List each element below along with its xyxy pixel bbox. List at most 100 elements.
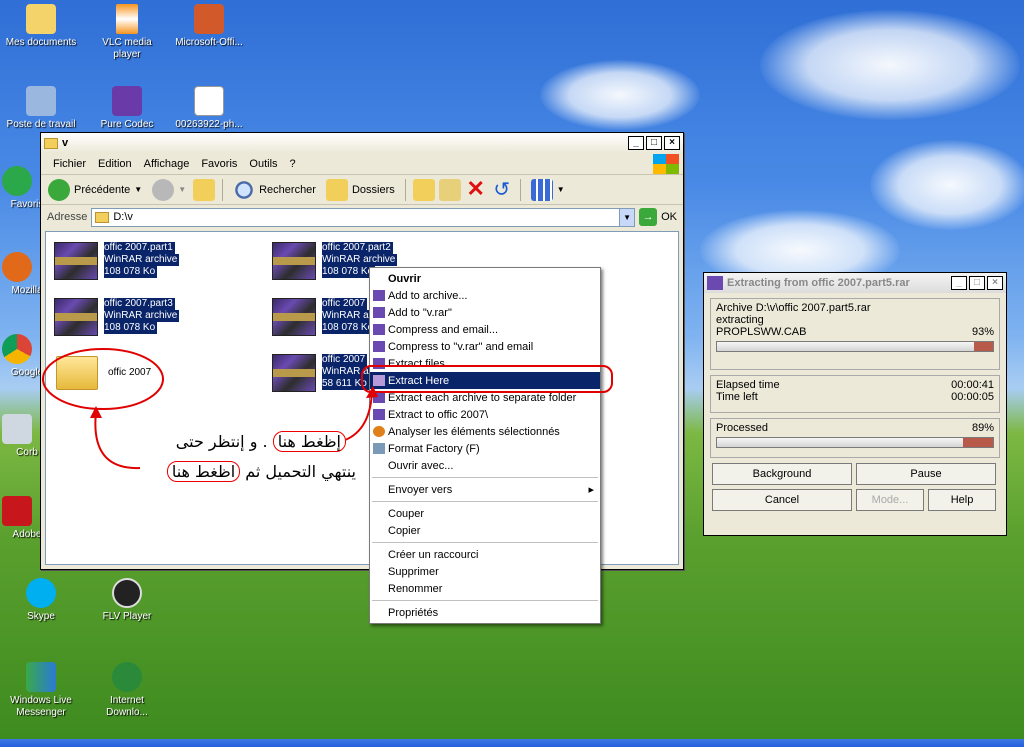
winrar-archive-icon	[54, 298, 98, 336]
annotation-pill: إظغط هنا	[272, 431, 346, 452]
desktop-icon-office[interactable]: Microsoft-Offi...	[172, 4, 246, 49]
taskbar[interactable]	[0, 739, 1024, 747]
annotation-pill: اظغط هنا	[166, 461, 241, 482]
menu-outils[interactable]: Outils	[243, 158, 283, 170]
list-item[interactable]: offic 2007 WinRAR a 108 078 Ko	[272, 298, 376, 336]
winrar-icon	[373, 409, 385, 420]
help-button[interactable]: Help	[928, 489, 996, 511]
menu-item-format-factory[interactable]: Format Factory (F)	[370, 440, 600, 457]
folders-button[interactable]: Dossiers	[323, 177, 398, 203]
move-to-icon[interactable]	[412, 178, 435, 201]
menu-item-open-with[interactable]: Ouvrir avec...	[370, 457, 600, 474]
winrar-icon	[373, 358, 385, 369]
file-label: offic 2007 WinRAR a 58 611 Ko	[322, 354, 371, 390]
menu-item-add-to-v-rar[interactable]: Add to "v.rar"	[370, 304, 600, 321]
menu-favoris[interactable]: Favoris	[195, 158, 243, 170]
address-input[interactable]: D:\v ▼	[91, 207, 636, 227]
toolbar-separator	[222, 178, 224, 201]
progress-titlebar[interactable]: Extracting from offic 2007.part5.rar _ □…	[704, 273, 1006, 293]
processed-group: Processed 89%	[710, 418, 1000, 458]
explorer-titlebar[interactable]: v _ □ ×	[41, 133, 683, 153]
cancel-button[interactable]: Cancel	[712, 489, 852, 511]
menu-item-add-to-archive[interactable]: Add to archive...	[370, 287, 600, 304]
delete-icon[interactable]: ✕	[465, 177, 487, 201]
processed-progress-fill	[717, 438, 963, 447]
annotation-note-line1: إظغط هنا . و إنتظر حتى	[136, 431, 346, 452]
menu-separator	[372, 542, 598, 543]
flv-player-icon	[112, 578, 142, 608]
file-label: offic 2007 WinRAR a 108 078 Ko	[322, 298, 376, 334]
menu-item-send-to[interactable]: Envoyer vers ▸	[370, 481, 600, 498]
file-progress-bar	[716, 341, 994, 352]
cloud	[760, 10, 1020, 120]
menu-item-delete[interactable]: Supprimer	[370, 563, 600, 580]
context-menu[interactable]: Ouvrir Add to archive... Add to "v.rar" …	[369, 267, 601, 624]
mode-button[interactable]: Mode...	[856, 489, 924, 511]
back-button[interactable]: Précédente ▼	[45, 177, 145, 203]
address-dropdown-button[interactable]: ▼	[619, 208, 635, 226]
views-button[interactable]: ▼	[528, 177, 568, 203]
file-progress-remaining	[973, 342, 993, 351]
menu-item-scan[interactable]: Analyser les éléments sélectionnés	[370, 423, 600, 440]
close-button[interactable]: ×	[987, 276, 1003, 290]
menu-edition[interactable]: Edition	[92, 158, 138, 170]
winrar-icon	[373, 392, 385, 403]
maximize-button[interactable]: □	[646, 136, 662, 150]
desktop-icon-skype[interactable]: Skype	[4, 578, 78, 623]
menu-item-cut[interactable]: Couper	[370, 505, 600, 522]
recycle-bin-icon	[2, 414, 32, 444]
menu-item-open[interactable]: Ouvrir	[370, 270, 600, 287]
menu-item-compress-to-v-rar-email[interactable]: Compress to "v.rar" and email	[370, 338, 600, 355]
pause-button[interactable]: Pause	[856, 463, 996, 485]
file-label: offic 2007.part3 WinRAR archive 108 078 …	[104, 298, 180, 334]
close-button[interactable]: ×	[664, 136, 680, 150]
folder-item[interactable]: offic 2007	[56, 356, 151, 390]
menu-affichage[interactable]: Affichage	[138, 158, 196, 170]
undo-icon[interactable]: ↺	[491, 179, 513, 201]
menu-item-extract-to-folder[interactable]: Extract to offic 2007\	[370, 406, 600, 423]
winrar-icon	[373, 290, 385, 301]
desktop-icon-my-computer[interactable]: Poste de travail	[4, 86, 78, 131]
list-item[interactable]: offic 2007.part1 WinRAR archive 108 078 …	[54, 242, 180, 280]
menu-item-extract-files[interactable]: Extract files...	[370, 355, 600, 372]
chevron-down-icon[interactable]: ▼	[557, 185, 565, 194]
file-progress-fill	[717, 342, 974, 351]
list-item[interactable]: offic 2007.part3 WinRAR archive 108 078 …	[54, 298, 180, 336]
desktop-icon-vlc[interactable]: VLC media player	[90, 4, 164, 61]
desktop-icon-image-file[interactable]: 00263922-ph...	[172, 86, 246, 131]
forward-button[interactable]: ▼	[149, 177, 189, 203]
desktop-icon-messenger[interactable]: Windows Live Messenger	[4, 662, 78, 719]
menu-item-extract-each[interactable]: Extract each archive to separate folder	[370, 389, 600, 406]
go-button[interactable]: → OK	[639, 208, 677, 226]
winrar-archive-icon	[54, 242, 98, 280]
minimize-button[interactable]: _	[628, 136, 644, 150]
maximize-button[interactable]: □	[969, 276, 985, 290]
chevron-down-icon[interactable]: ▼	[178, 185, 186, 194]
chevron-down-icon[interactable]: ▼	[134, 185, 142, 194]
my-computer-icon	[26, 86, 56, 116]
list-item[interactable]: offic 2007 WinRAR a 58 611 Ko	[272, 354, 371, 392]
desktop-icon-flv-player[interactable]: FLV Player	[90, 578, 164, 623]
my-documents-icon	[26, 4, 56, 34]
menu-item-extract-here[interactable]: Extract Here	[370, 372, 600, 389]
menu-fichier[interactable]: Fichier	[47, 158, 92, 170]
menu-bar: Fichier Edition Affichage Favoris Outils…	[41, 153, 683, 175]
search-button[interactable]: Rechercher	[230, 177, 319, 203]
menu-item-copy[interactable]: Copier	[370, 522, 600, 539]
menu-item-properties[interactable]: Propriétés	[370, 604, 600, 621]
menu-item-create-shortcut[interactable]: Créer un raccourci	[370, 546, 600, 563]
up-folder-icon[interactable]	[193, 178, 216, 201]
cloud	[870, 140, 1024, 230]
desktop-icon-idm[interactable]: Internet Downlo...	[90, 662, 164, 719]
winrar-progress-dialog[interactable]: Extracting from offic 2007.part5.rar _ □…	[703, 272, 1007, 536]
desktop-icon-my-documents[interactable]: Mes documents	[4, 4, 78, 49]
menu-help[interactable]: ?	[284, 158, 302, 170]
cloud	[540, 60, 700, 130]
desktop-icon-pure-codec[interactable]: Pure Codec	[90, 86, 164, 131]
menu-item-compress-email[interactable]: Compress and email...	[370, 321, 600, 338]
background-button[interactable]: Background	[712, 463, 852, 485]
minimize-button[interactable]: _	[951, 276, 967, 290]
copy-to-icon[interactable]	[438, 178, 461, 201]
winrar-icon	[373, 341, 385, 352]
menu-item-rename[interactable]: Renommer	[370, 580, 600, 597]
